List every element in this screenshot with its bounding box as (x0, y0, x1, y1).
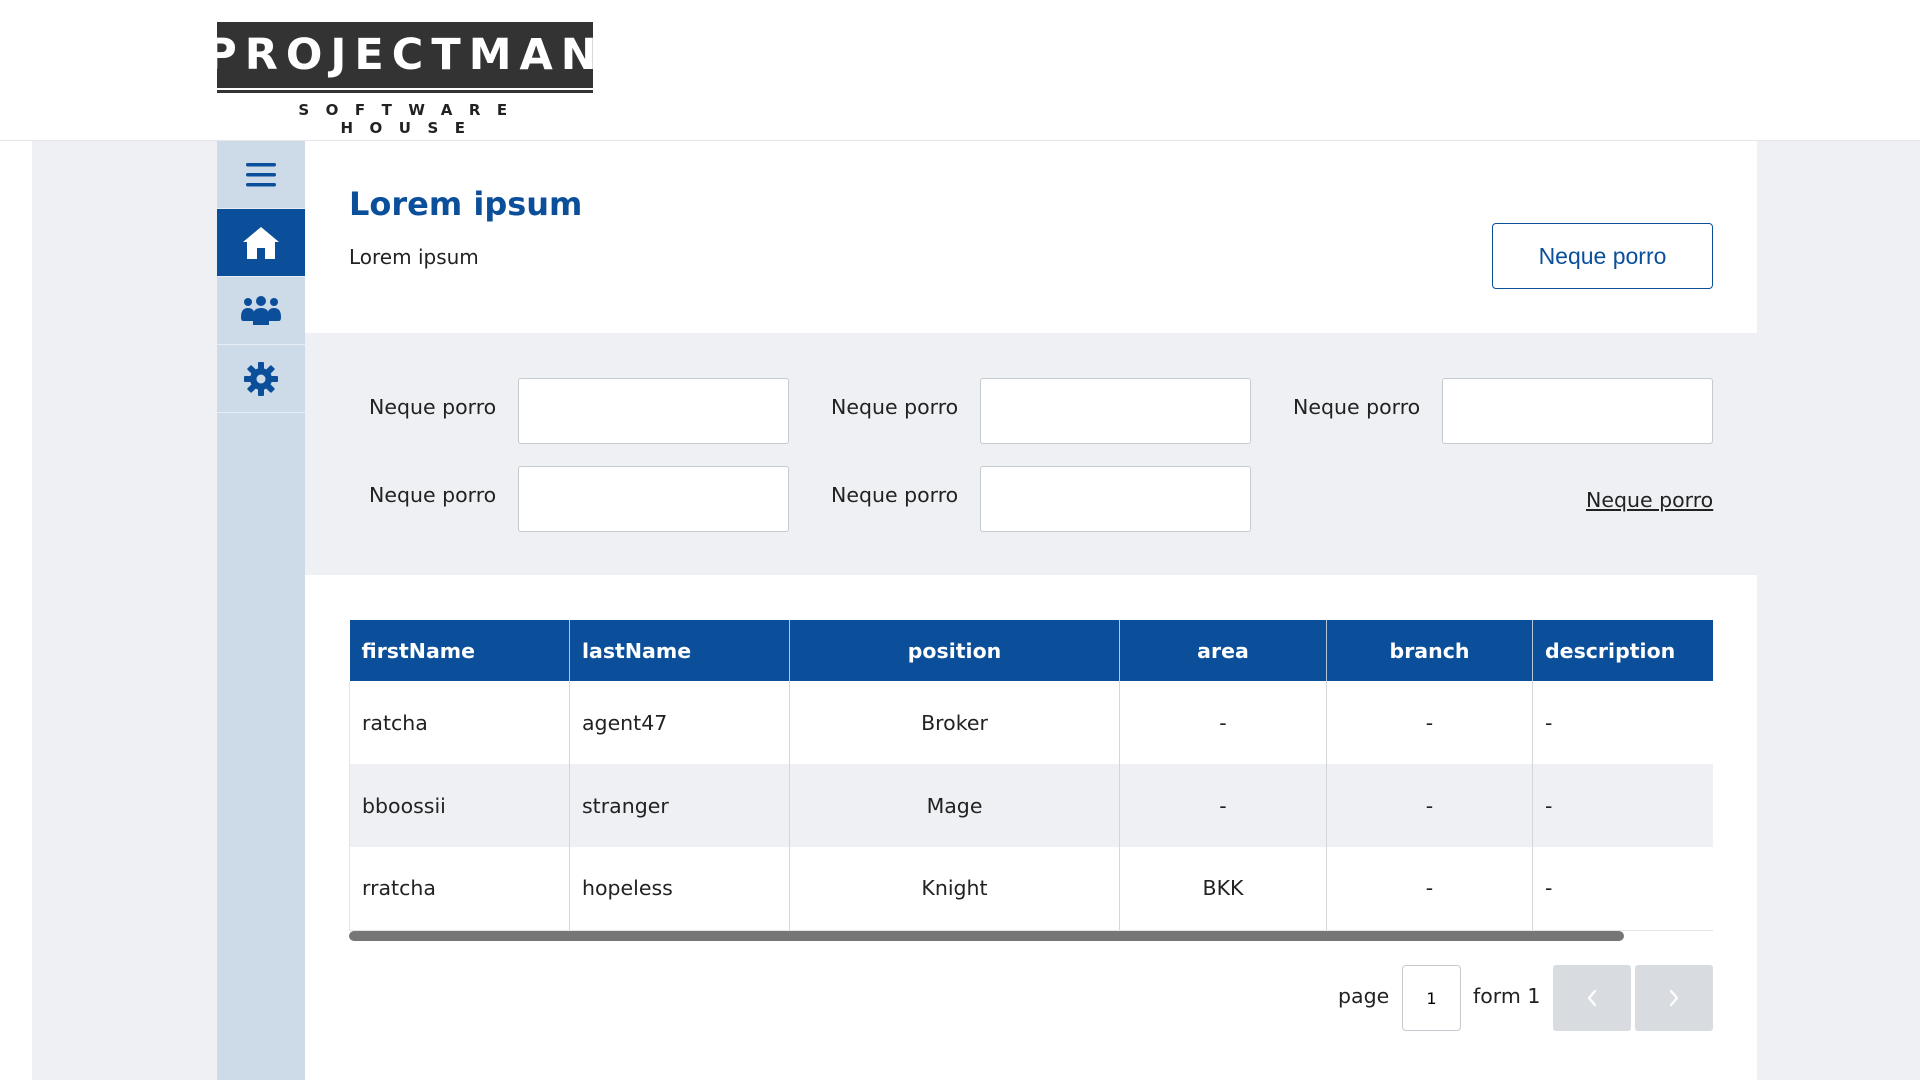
table-cell: - (1532, 764, 1713, 847)
menu-icon (246, 162, 276, 186)
chevron-left-icon (1587, 989, 1597, 1007)
page-title: Lorem ipsum (349, 185, 583, 223)
table-cell: - (1545, 710, 1553, 735)
sidebar-item-home[interactable] (217, 209, 305, 277)
table-cell: - (1326, 681, 1533, 764)
sidebar-item-users[interactable] (217, 277, 305, 345)
filter-input-3[interactable] (1442, 378, 1713, 444)
pagination-total-label: form 1 (1473, 984, 1541, 1008)
column-header-firstname[interactable]: firstName (349, 620, 570, 681)
table-cell: BKK (1119, 847, 1327, 931)
previous-page-button[interactable] (1553, 965, 1631, 1031)
horizontal-scrollbar[interactable] (349, 931, 1624, 941)
gear-icon (244, 361, 278, 396)
table-cell: - (1119, 764, 1327, 847)
page-subtitle: Lorem ipsum (349, 245, 479, 269)
filter-input-2[interactable] (980, 378, 1251, 444)
chevron-right-icon (1669, 989, 1679, 1007)
table-cell: bboossii (349, 764, 570, 847)
column-header-position[interactable]: position (789, 620, 1120, 681)
filter-label-4: Neque porro (369, 483, 497, 507)
data-table-wrapper: firstName lastName position area branch … (349, 620, 1713, 931)
filter-input-5[interactable] (980, 466, 1251, 532)
table-cell: - (1119, 681, 1327, 764)
pagination-page-label: page (1338, 984, 1390, 1008)
table-section: firstName lastName position area branch … (305, 575, 1757, 1080)
table-cell: ratcha (349, 681, 570, 764)
table-row[interactable]: rratcha hopeless Knight BKK - - (349, 847, 1713, 931)
table-cell: - (1532, 847, 1713, 931)
logo-divider (217, 90, 593, 93)
table-row[interactable]: bboossii stranger Mage - - - (349, 764, 1713, 847)
filter-input-1[interactable] (518, 378, 789, 444)
data-table: firstName lastName position area branch … (349, 620, 1713, 931)
filter-section: Neque porro Neque porro Neque porro Nequ… (305, 333, 1757, 575)
logo-main-text: PROJECTMAN (205, 22, 597, 88)
table-cell: rratcha (349, 847, 570, 931)
filter-label-3: Neque porro (1293, 395, 1421, 419)
logo: PROJECTMAN SOFTWARE HOUSE (205, 22, 597, 137)
table-cell: Knight (789, 847, 1120, 931)
filter-reset-link[interactable]: Neque porro (1586, 488, 1713, 512)
sidebar-item-menu[interactable] (217, 141, 305, 209)
table-cell: Broker (789, 681, 1120, 764)
filter-label-2: Neque porro (831, 395, 959, 419)
app-header: PROJECTMAN SOFTWARE HOUSE (0, 0, 1920, 141)
next-page-button[interactable] (1635, 965, 1713, 1031)
table-row[interactable]: ratcha agent47 Broker - - - (349, 681, 1714, 764)
table-cell: hopeless (569, 847, 790, 931)
home-icon (243, 226, 279, 259)
title-section: Lorem ipsum Lorem ipsum Neque porro (305, 141, 1757, 333)
filter-label-5: Neque porro (831, 483, 959, 507)
table-cell: stranger (569, 764, 790, 847)
column-header-area[interactable]: area (1119, 620, 1327, 681)
users-icon (241, 295, 281, 325)
main-panel: Lorem ipsum Lorem ipsum Neque porro Nequ… (305, 141, 1757, 1080)
logo-sub-text: SOFTWARE HOUSE (298, 101, 524, 137)
filter-label-1: Neque porro (369, 395, 497, 419)
sidebar (217, 141, 305, 1080)
primary-action-button[interactable]: Neque porro (1492, 223, 1713, 289)
column-header-branch[interactable]: branch (1326, 620, 1533, 681)
sidebar-item-settings[interactable] (217, 345, 305, 413)
page-number-input[interactable] (1402, 965, 1461, 1031)
table-cell: - (1326, 847, 1533, 931)
table-cell: agent47 (569, 681, 790, 764)
table-header-row: firstName lastName position area branch … (349, 620, 1713, 681)
table-cell: - (1326, 764, 1533, 847)
column-header-description[interactable]: description (1532, 620, 1713, 681)
column-header-lastname[interactable]: lastName (569, 620, 790, 681)
filter-input-4[interactable] (518, 466, 789, 532)
table-cell: Mage (789, 764, 1120, 847)
